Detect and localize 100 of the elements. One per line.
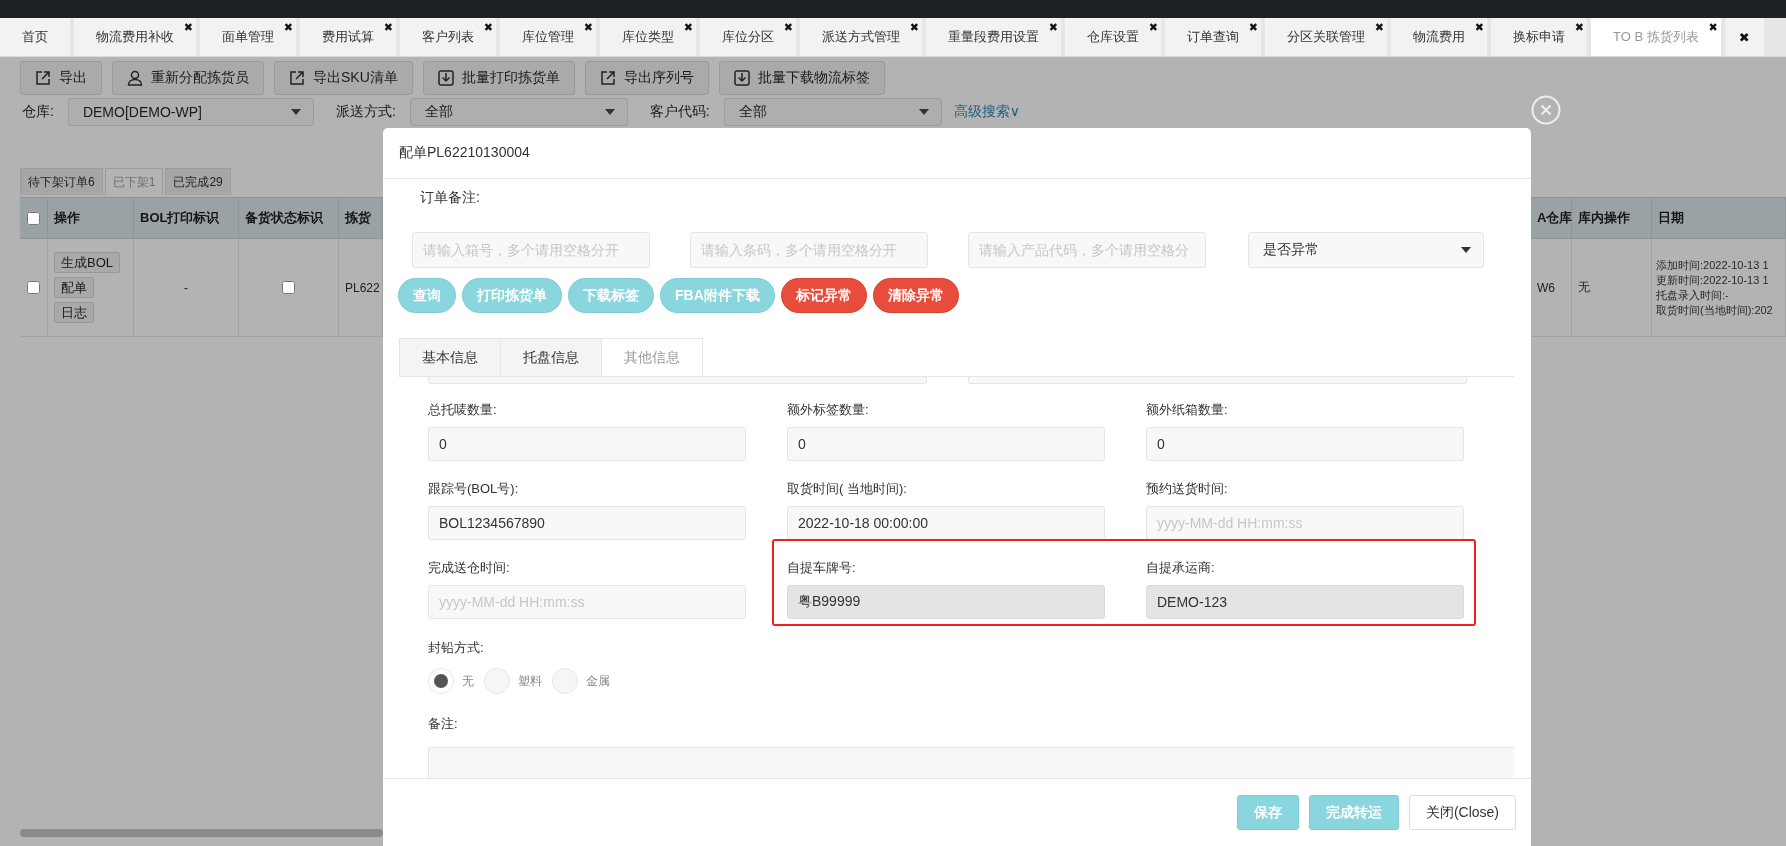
column-header: 库内操作 [1572, 197, 1652, 239]
select-field[interactable]: 是否异常 [1248, 232, 1484, 268]
radio-label: 无 [462, 672, 474, 690]
tab[interactable]: 库位分区 ✖ [700, 18, 796, 56]
export-icon [35, 70, 51, 86]
tab[interactable]: 托盘信息 [500, 338, 602, 376]
field-label: 完成送仓时间: [428, 559, 510, 577]
scrollbar[interactable] [20, 829, 383, 837]
input-field[interactable]: 2022-10-18 00:00:00 [787, 506, 1105, 540]
close-tab-button[interactable]: ✖ [1248, 21, 1258, 33]
input-field[interactable]: DEMO-123 [1146, 585, 1464, 619]
tab[interactable]: 库位管理 ✖ [500, 18, 596, 56]
tab[interactable]: TO B 拣货列表 ✖ [1591, 18, 1721, 56]
toolbar-button[interactable]: 导出序列号 [584, 61, 709, 95]
radio-button[interactable] [484, 668, 510, 694]
tab[interactable]: 物流费用 ✖ [1391, 18, 1487, 56]
tab[interactable]: 首页 [0, 18, 70, 56]
tab[interactable]: 重量段费用设置 ✖ [926, 18, 1061, 56]
field-label: 自提车牌号: [787, 559, 856, 577]
input-field[interactable]: 0 [1146, 427, 1464, 461]
select-field[interactable]: DEMO[DEMO-WP] [67, 98, 314, 126]
input-field[interactable] [968, 377, 1467, 384]
close-tab-button[interactable]: ✖ [783, 21, 793, 33]
date-line: 添加时间:2022-10-13 1 [1656, 257, 1769, 273]
status-tab[interactable]: 已完成29 [165, 168, 231, 195]
close-tab-button[interactable]: ✖ [909, 21, 919, 33]
close-tab-button[interactable]: ✖ [1374, 21, 1384, 33]
row-action-button[interactable]: 配单 [54, 277, 94, 298]
field-label: 封铅方式: [428, 639, 484, 657]
date-line: 更新时间:2022-10-13 1 [1656, 272, 1769, 288]
input-field[interactable]: 0 [787, 427, 1105, 461]
close-tab-button[interactable]: ✖ [1574, 21, 1584, 33]
radio-label: 塑料 [518, 672, 542, 690]
caret-icon [918, 109, 929, 115]
table-cell: W6 [1537, 280, 1555, 295]
column-header: 备货状态标识 [239, 197, 339, 239]
action-button[interactable]: 标记异常 [780, 278, 867, 313]
close-all-button[interactable]: ✖ [1724, 18, 1764, 56]
table-cell: PL622 [345, 280, 380, 295]
close-tab-button[interactable]: ✖ [1708, 21, 1718, 33]
tab[interactable]: 物流费用补收 ✖ [74, 18, 196, 56]
filter-label: 客户代码: [649, 103, 710, 121]
close-icon[interactable] [1531, 95, 1561, 125]
action-button[interactable]: 清除异常 [872, 278, 959, 313]
input-field[interactable]: 0 [428, 427, 746, 461]
tab[interactable]: 客户列表 ✖ [400, 18, 496, 56]
tab[interactable]: 面单管理 ✖ [200, 18, 296, 56]
toolbar-button[interactable]: 导出 [20, 61, 102, 95]
row-action-button[interactable]: 生成BOL [54, 252, 120, 273]
radio-button[interactable] [428, 668, 454, 694]
close-tab-button[interactable]: ✖ [383, 21, 393, 33]
tab[interactable]: 派送方式管理 ✖ [800, 18, 922, 56]
column-header: A仓库 [1531, 197, 1572, 239]
tab[interactable]: 库位类型 ✖ [600, 18, 696, 56]
close-tab-button[interactable]: ✖ [483, 21, 493, 33]
input-field[interactable] [428, 377, 927, 384]
download-icon [733, 70, 750, 86]
close-tab-button[interactable]: ✖ [1474, 21, 1484, 33]
select-field[interactable]: 全部 [723, 98, 942, 126]
select-field[interactable]: 全部 [409, 98, 628, 126]
tab[interactable]: 费用试算 ✖ [300, 18, 396, 56]
field-label: 跟踪号(BOL号): [428, 480, 519, 498]
toolbar-button[interactable]: 重新分配拣货员 [112, 61, 264, 95]
close-tab-button[interactable]: ✖ [1048, 21, 1058, 33]
tab[interactable]: 分区关联管理 ✖ [1265, 18, 1387, 56]
close-tab-button[interactable]: ✖ [283, 21, 293, 33]
caret-icon [290, 109, 301, 115]
toolbar-button[interactable]: 导出SKU清单 [274, 61, 413, 95]
close-tab-button[interactable]: ✖ [683, 21, 693, 33]
table-cell: - [184, 280, 188, 295]
field-label: 总托唛数量: [428, 401, 497, 419]
column-header: 日期 [1652, 197, 1786, 239]
column-header: BOL打印标识 [134, 197, 239, 239]
field-label: 额外纸箱数量: [1146, 401, 1228, 419]
checkbox[interactable] [27, 211, 40, 225]
toolbar-button[interactable]: 批量下载物流标签 [718, 61, 885, 95]
field-label: 额外标签数量: [787, 401, 869, 419]
tab[interactable]: 订单查询 ✖ [1165, 18, 1261, 56]
date-line: 取货时间(当地时间):202 [1656, 302, 1773, 318]
tab[interactable]: 仓库设置 ✖ [1065, 18, 1161, 56]
close-tab-button[interactable]: ✖ [583, 21, 593, 33]
radio-button[interactable] [552, 668, 578, 694]
status-tab[interactable]: 待下架订单6 [20, 168, 103, 195]
filter-label: 派送方式: [335, 103, 396, 121]
tab[interactable]: 换标申请 ✖ [1491, 18, 1587, 56]
input-field[interactable]: 粤B99999 [787, 585, 1105, 619]
close-tab-button[interactable]: ✖ [1148, 21, 1158, 33]
tab[interactable]: 基本信息 [399, 338, 501, 376]
modal-title: 配单PL62210130004 [399, 144, 530, 162]
row-action-button[interactable]: 日志 [54, 302, 94, 323]
toolbar-button[interactable]: 批量打印拣货单 [422, 61, 575, 95]
field-label: 取货时间( 当地时间): [787, 480, 907, 498]
close-tab-button[interactable]: ✖ [183, 21, 193, 33]
table-cell: 无 [1578, 279, 1590, 296]
checkbox[interactable] [282, 281, 295, 294]
column-header: 拣货 [339, 197, 383, 239]
checkbox[interactable] [27, 281, 40, 294]
input-field[interactable]: BOL1234567890 [428, 506, 746, 540]
radio-label: 金属 [586, 672, 610, 690]
footer-button[interactable]: 关闭(Close) [1408, 795, 1516, 830]
